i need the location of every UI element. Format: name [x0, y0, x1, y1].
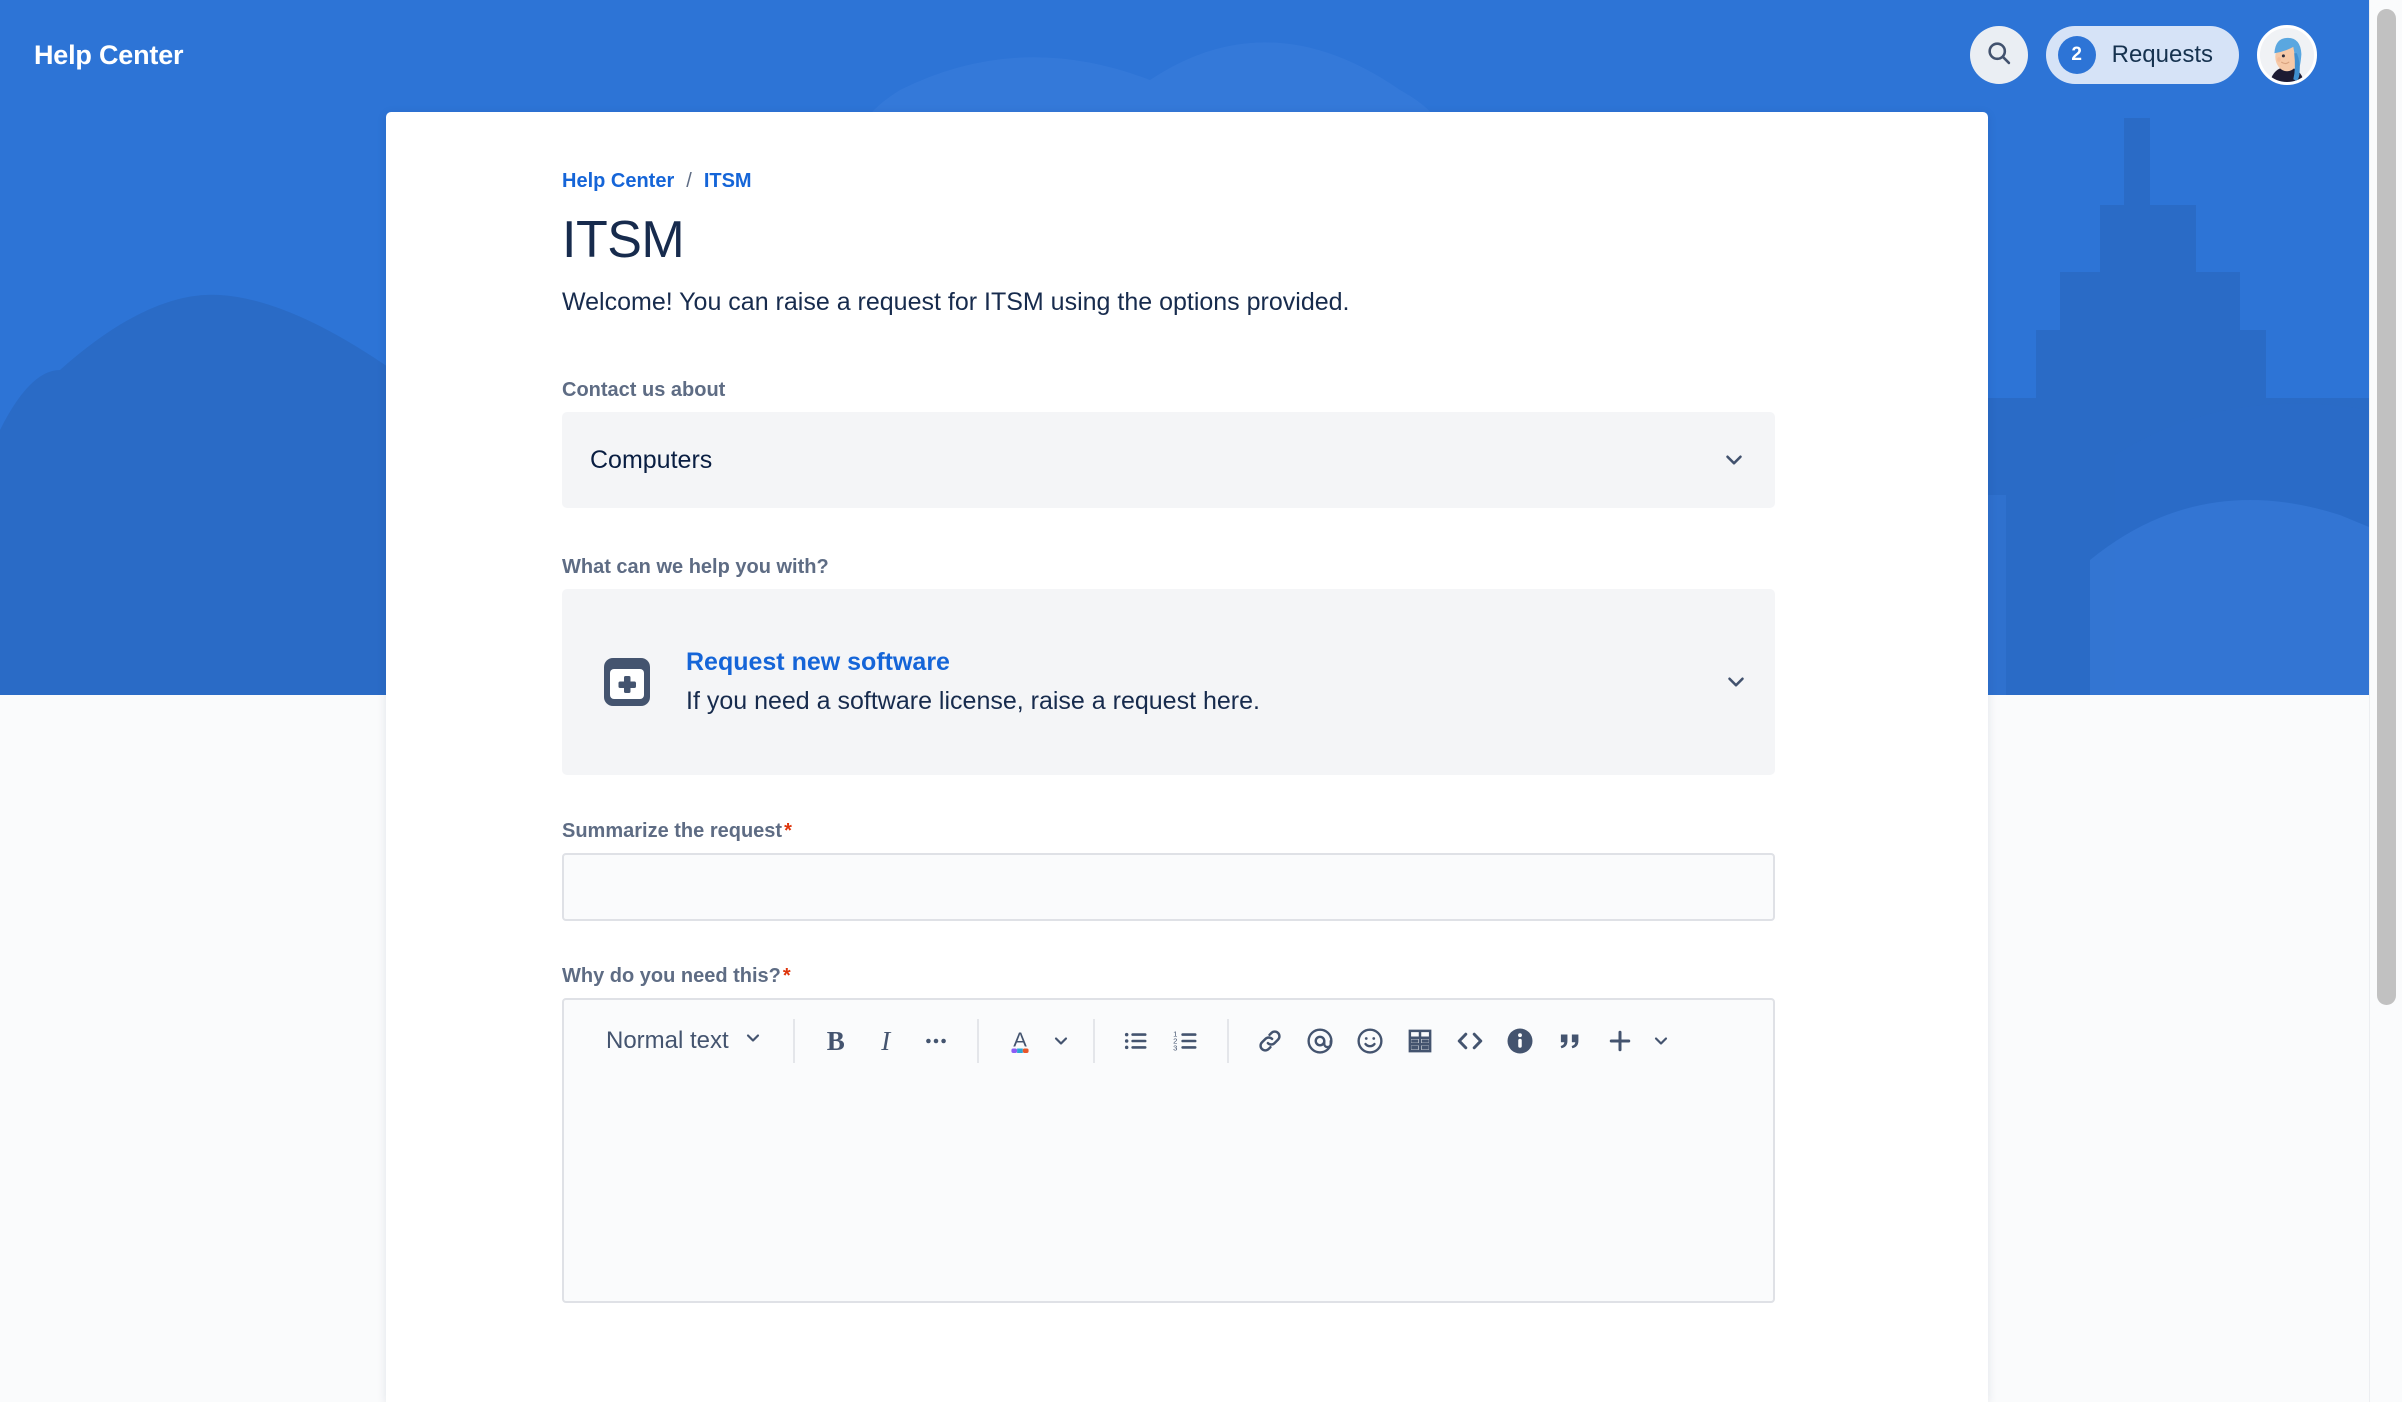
italic-button[interactable]: I	[861, 1016, 911, 1066]
text-color-dropdown[interactable]	[1045, 1016, 1077, 1066]
mention-icon	[1307, 1028, 1333, 1054]
breadcrumb-item-help-center[interactable]: Help Center	[562, 170, 674, 193]
numbered-list-button[interactable]: 1 2 3	[1161, 1016, 1211, 1066]
code-icon	[1457, 1032, 1482, 1050]
chevron-down-icon	[743, 1027, 763, 1055]
summary-label-text: Summarize the request	[562, 820, 783, 842]
chevron-down-icon	[1723, 669, 1749, 695]
avatar-image	[2260, 28, 2314, 82]
toolbar-divider	[976, 1019, 979, 1063]
help-with-label: What can we help you with?	[562, 556, 829, 578]
text-style-label: Normal text	[606, 1027, 729, 1054]
more-formatting-icon	[925, 1038, 946, 1044]
request-type-description: If you need a software license, raise a …	[686, 687, 1260, 715]
code-button[interactable]	[1445, 1016, 1495, 1066]
toolbar-divider	[1226, 1019, 1229, 1063]
table-icon	[1408, 1029, 1432, 1053]
chevron-down-icon	[1721, 447, 1747, 473]
info-panel-button[interactable]	[1495, 1016, 1545, 1066]
mention-button[interactable]	[1295, 1016, 1345, 1066]
brand-title: Help Center	[34, 39, 184, 70]
insert-more-icon	[1609, 1030, 1630, 1052]
avatar[interactable]	[2257, 25, 2317, 85]
text-color-icon: A	[1011, 1029, 1029, 1053]
quote-button[interactable]	[1545, 1016, 1595, 1066]
link-button[interactable]	[1245, 1016, 1295, 1066]
field-contact-about: Contact us about Computers	[562, 379, 1988, 508]
rich-text-editor[interactable]: Normal text B I A 1 2 3	[562, 998, 1775, 1303]
table-button[interactable]	[1395, 1016, 1445, 1066]
contact-about-label: Contact us about	[562, 379, 726, 401]
editor-content-area[interactable]	[564, 1082, 1773, 1301]
chevron-down-icon	[1654, 1037, 1667, 1045]
requests-label: Requests	[2111, 41, 2213, 68]
insert-more-dropdown[interactable]	[1645, 1016, 1677, 1066]
contact-about-select[interactable]: Computers	[562, 412, 1775, 508]
summary-input[interactable]	[562, 853, 1775, 921]
why-label-text: Why do you need this?	[562, 965, 781, 987]
field-summary: Summarize the request *	[562, 820, 1988, 921]
search-icon	[1985, 39, 2013, 72]
content-card: Help Center / ITSM ITSM Welcome! You can…	[386, 112, 1988, 1402]
add-item-icon	[600, 655, 654, 709]
bold-button[interactable]: B	[811, 1016, 861, 1066]
italic-icon: I	[881, 1025, 891, 1056]
why-label: Why do you need this? *	[562, 965, 1988, 988]
bold-icon: B	[826, 1025, 845, 1056]
info-panel-icon	[1507, 1028, 1533, 1054]
scrollbar-thumb[interactable]	[2377, 9, 2396, 1005]
text-style-dropdown[interactable]: Normal text	[592, 1016, 777, 1066]
requests-button[interactable]: 2 Requests	[2045, 26, 2239, 84]
quote-icon	[1560, 1034, 1579, 1049]
toolbar-divider	[792, 1019, 795, 1063]
svg-text:3: 3	[1173, 1043, 1177, 1052]
emoji-icon	[1357, 1028, 1383, 1054]
bulleted-list-icon	[1124, 1032, 1147, 1050]
insert-more-button[interactable]	[1595, 1016, 1645, 1066]
numbered-list-icon: 1 2 3	[1173, 1029, 1197, 1052]
required-indicator: *	[782, 965, 791, 987]
field-why: Why do you need this? * Normal text B I …	[562, 965, 1988, 1303]
search-button[interactable]	[1969, 26, 2028, 84]
toolbar-divider	[1092, 1019, 1095, 1063]
top-navigation: Help Center 2 Requests	[0, 0, 2369, 110]
contact-about-value: Computers	[590, 445, 713, 474]
summary-label: Summarize the request *	[562, 820, 1988, 843]
page-description: Welcome! You can raise a request for ITS…	[562, 288, 1350, 316]
required-indicator: *	[784, 820, 792, 842]
breadcrumb-separator: /	[686, 170, 692, 192]
app-root: Help Center 2 Requests Help Center / ITS…	[0, 0, 2402, 1402]
request-type-card[interactable]: Request new software If you need a softw…	[562, 589, 1775, 775]
more-formatting-button[interactable]	[911, 1016, 961, 1066]
page-scrollbar[interactable]	[2369, 0, 2402, 1402]
request-type-title[interactable]: Request new software	[686, 648, 1723, 677]
requests-count-badge: 2	[2057, 36, 2096, 74]
bulleted-list-button[interactable]	[1111, 1016, 1161, 1066]
breadcrumb: Help Center / ITSM	[562, 170, 1988, 193]
field-help-with: What can we help you with? Request new s…	[562, 556, 1988, 775]
nav-actions: 2 Requests	[1969, 25, 2317, 85]
page-title: ITSM	[562, 211, 685, 269]
emoji-button[interactable]	[1345, 1016, 1395, 1066]
breadcrumb-item-itsm[interactable]: ITSM	[704, 170, 752, 193]
request-type-text: Request new software If you need a softw…	[686, 648, 1723, 716]
text-color-button[interactable]: A	[995, 1016, 1045, 1066]
svg-text:A: A	[1013, 1029, 1027, 1051]
link-icon	[1259, 1030, 1281, 1052]
editor-toolbar: Normal text B I A 1 2 3	[564, 1000, 1773, 1082]
chevron-down-icon	[1054, 1037, 1067, 1045]
request-type-container: Request new software If you need a softw…	[562, 589, 1775, 775]
